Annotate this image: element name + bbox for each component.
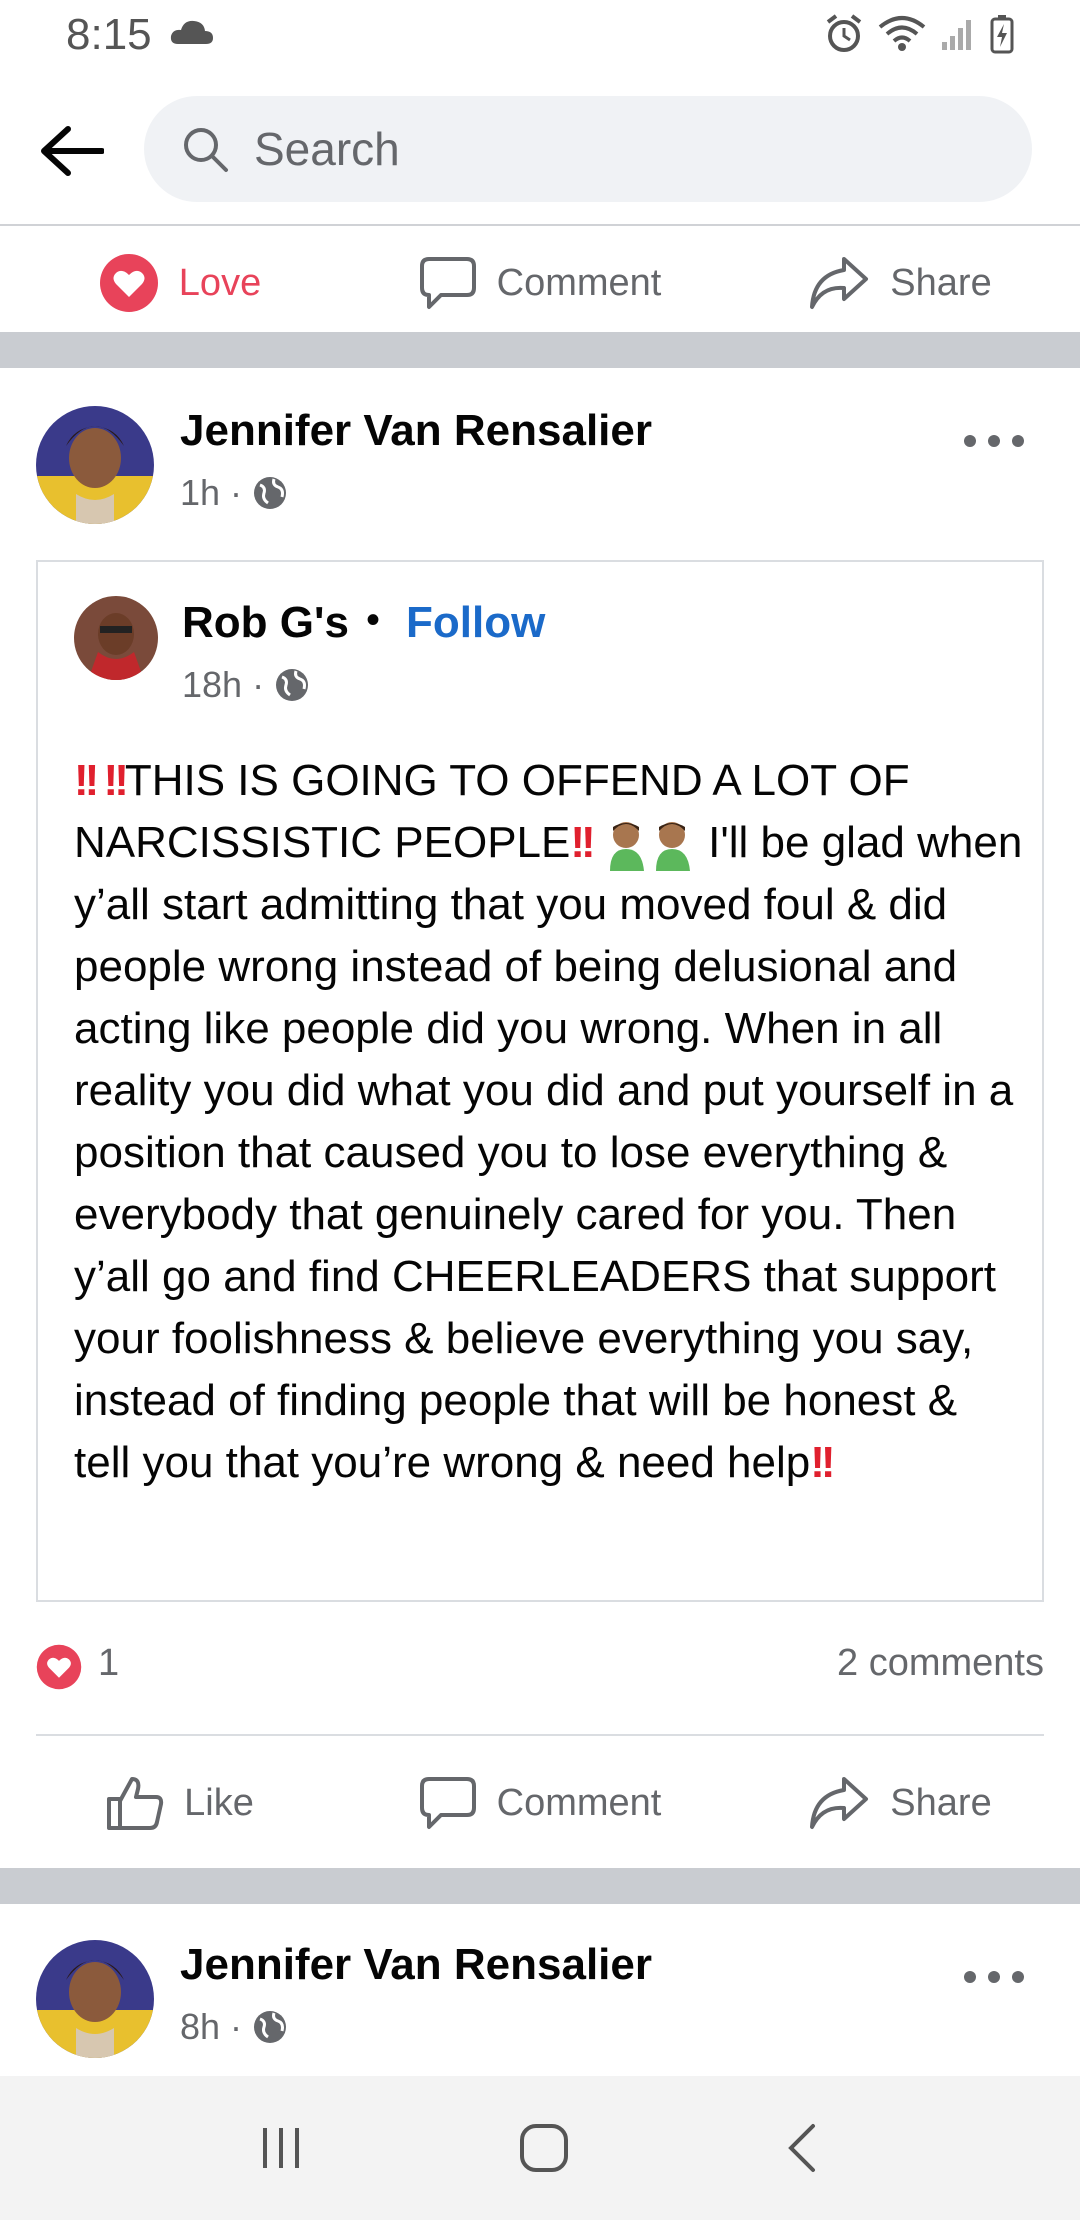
next-post-more-button[interactable] bbox=[964, 1962, 1024, 1992]
love-label: Love bbox=[178, 261, 262, 304]
post-stats: 1 2 comments bbox=[36, 1634, 1044, 1704]
share-label: Share bbox=[890, 261, 992, 304]
like-button[interactable]: Like bbox=[0, 1748, 360, 1858]
feed-divider bbox=[0, 332, 1080, 368]
double-exclamation-emoji: !! bbox=[570, 818, 595, 867]
post-actions: Like Comment Share bbox=[0, 1748, 1080, 1858]
previous-post-actions: Love Comment Share bbox=[0, 228, 1080, 338]
comment-label: Comment bbox=[496, 261, 662, 304]
shared-author-name[interactable]: Rob G's bbox=[182, 598, 349, 648]
comment-button[interactable]: Comment bbox=[360, 1748, 720, 1858]
post-author-name[interactable]: Jennifer Van Rensalier bbox=[180, 406, 652, 456]
facepalm-emoji bbox=[655, 822, 690, 872]
post-header: Jennifer Van Rensalier 1h · bbox=[0, 384, 1080, 534]
share-button[interactable]: Share bbox=[720, 1748, 1080, 1858]
back-button[interactable] bbox=[36, 116, 106, 186]
post-time: 1h bbox=[180, 472, 221, 513]
search-icon bbox=[184, 128, 228, 172]
search-bar[interactable] bbox=[144, 96, 1032, 202]
double-exclamation-emoji: !! bbox=[95, 756, 129, 805]
post-meta: 1h · bbox=[180, 472, 288, 514]
love-button[interactable]: Love bbox=[0, 228, 360, 338]
avatar[interactable] bbox=[36, 1940, 154, 2058]
follow-link[interactable]: Follow bbox=[406, 598, 545, 648]
comment-icon bbox=[419, 257, 476, 309]
status-icons bbox=[824, 14, 1014, 54]
follow-dot: • bbox=[366, 598, 381, 642]
like-label: Like bbox=[184, 1781, 254, 1824]
shared-post-time: 18h bbox=[182, 664, 243, 705]
avatar-image bbox=[36, 406, 154, 524]
facepalm-emoji bbox=[609, 822, 644, 872]
globe-icon bbox=[254, 2011, 287, 2043]
avatar-image bbox=[36, 1940, 154, 2058]
share-icon bbox=[810, 257, 869, 309]
battery-charging-icon bbox=[990, 15, 1014, 54]
globe-icon bbox=[276, 669, 309, 701]
shared-avatar-image bbox=[74, 596, 158, 680]
cloud-icon bbox=[170, 20, 213, 44]
next-post-header: Jennifer Van Rensalier 8h · bbox=[0, 1920, 1080, 2070]
comment-icon bbox=[419, 1777, 476, 1829]
next-post-meta: 8h · bbox=[180, 2006, 288, 2048]
signal-icon bbox=[942, 20, 971, 50]
system-navigation-bar bbox=[0, 2076, 1080, 2220]
avatar[interactable] bbox=[36, 406, 154, 524]
wifi-icon bbox=[878, 16, 926, 51]
share-label: Share bbox=[890, 1781, 992, 1824]
comment-button[interactable]: Comment bbox=[360, 228, 720, 338]
post-text-part-2: I'll be glad when y’all start admitting … bbox=[74, 818, 1023, 1487]
recent-apps-icon[interactable] bbox=[257, 2124, 305, 2172]
double-exclamation-emoji: !! bbox=[810, 1438, 835, 1487]
shared-author-avatar[interactable] bbox=[74, 596, 158, 680]
search-header bbox=[0, 76, 1080, 226]
thumbs-up-icon bbox=[107, 1777, 164, 1830]
back-nav-icon[interactable] bbox=[783, 2122, 823, 2174]
status-time: 8:15 bbox=[66, 10, 152, 59]
meta-dot: · bbox=[230, 472, 243, 513]
reaction-count[interactable]: 1 bbox=[98, 1642, 119, 1685]
share-icon bbox=[810, 1777, 869, 1829]
shared-post-text: !! !!THIS IS GOING TO OFFEND A LOT OF NA… bbox=[74, 750, 1024, 1494]
stats-separator bbox=[36, 1734, 1044, 1736]
share-button[interactable]: Share bbox=[720, 228, 1080, 338]
arrow-left-icon bbox=[41, 126, 104, 176]
status-bar: 8:15 bbox=[0, 0, 1080, 76]
shared-post-meta: 18h · bbox=[182, 664, 310, 706]
home-icon[interactable] bbox=[518, 2122, 570, 2174]
comment-label: Comment bbox=[496, 1781, 662, 1824]
search-input[interactable] bbox=[254, 122, 954, 176]
love-reaction-icon bbox=[99, 254, 158, 312]
feed-divider bbox=[0, 1868, 1080, 1904]
comments-count[interactable]: 2 comments bbox=[837, 1642, 1044, 1685]
meta-dot: · bbox=[252, 664, 265, 705]
shared-post-card[interactable]: Rob G's • Follow 18h · !! !!THIS IS GOIN… bbox=[36, 560, 1044, 1602]
love-reaction-icon[interactable] bbox=[36, 1644, 82, 1690]
post-more-button[interactable] bbox=[964, 426, 1024, 456]
alarm-icon bbox=[826, 14, 862, 52]
meta-dot: · bbox=[230, 2006, 243, 2047]
next-post-time: 8h bbox=[180, 2006, 221, 2047]
next-post-author-name[interactable]: Jennifer Van Rensalier bbox=[180, 1940, 652, 1990]
double-exclamation-emoji: !! bbox=[74, 756, 99, 805]
globe-icon bbox=[254, 477, 287, 509]
